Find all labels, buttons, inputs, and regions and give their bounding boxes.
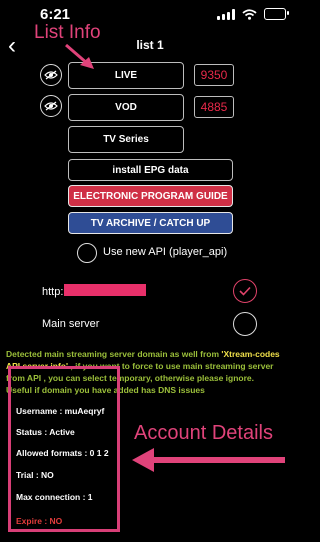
tv-series-button[interactable]: TV Series <box>68 126 184 153</box>
new-api-radio[interactable] <box>77 243 97 263</box>
battery-icon <box>264 8 289 20</box>
eye-slash-icon <box>44 70 58 80</box>
live-count: 9350 <box>194 64 234 86</box>
eye-slash-icon <box>44 101 58 111</box>
epg-button[interactable]: ELECTRONIC PROGRAM GUIDE <box>68 185 233 207</box>
redacted-url <box>64 284 146 296</box>
account-details-highlight-box <box>8 366 120 532</box>
new-api-label: Use new API (player_api) <box>103 246 228 258</box>
main-server-label: Main server <box>42 318 100 330</box>
hide-live-toggle[interactable] <box>40 64 62 86</box>
list-info-annotation: List Info <box>34 22 101 43</box>
checkmark-icon <box>239 286 251 296</box>
main-server-radio[interactable] <box>233 312 257 336</box>
server-url-selected[interactable] <box>233 279 257 303</box>
signal-icon <box>217 8 235 20</box>
tv-archive-button[interactable]: TV ARCHIVE / CATCH UP <box>68 212 233 234</box>
wifi-icon <box>242 8 257 20</box>
info-part1: Detected main streaming server domain as… <box>6 349 222 359</box>
install-epg-button[interactable]: install EPG data <box>68 159 233 181</box>
annotation-arrow-left-icon <box>132 448 285 472</box>
hide-vod-toggle[interactable] <box>40 95 62 117</box>
vod-count: 4885 <box>194 96 234 118</box>
status-icons <box>217 8 289 20</box>
annotation-arrow-icon <box>65 43 94 69</box>
account-details-annotation: Account Details <box>134 422 273 444</box>
status-time: 6:21 <box>40 6 71 23</box>
server-url-label: http: <box>42 286 64 298</box>
vod-button[interactable]: VOD <box>68 94 184 121</box>
